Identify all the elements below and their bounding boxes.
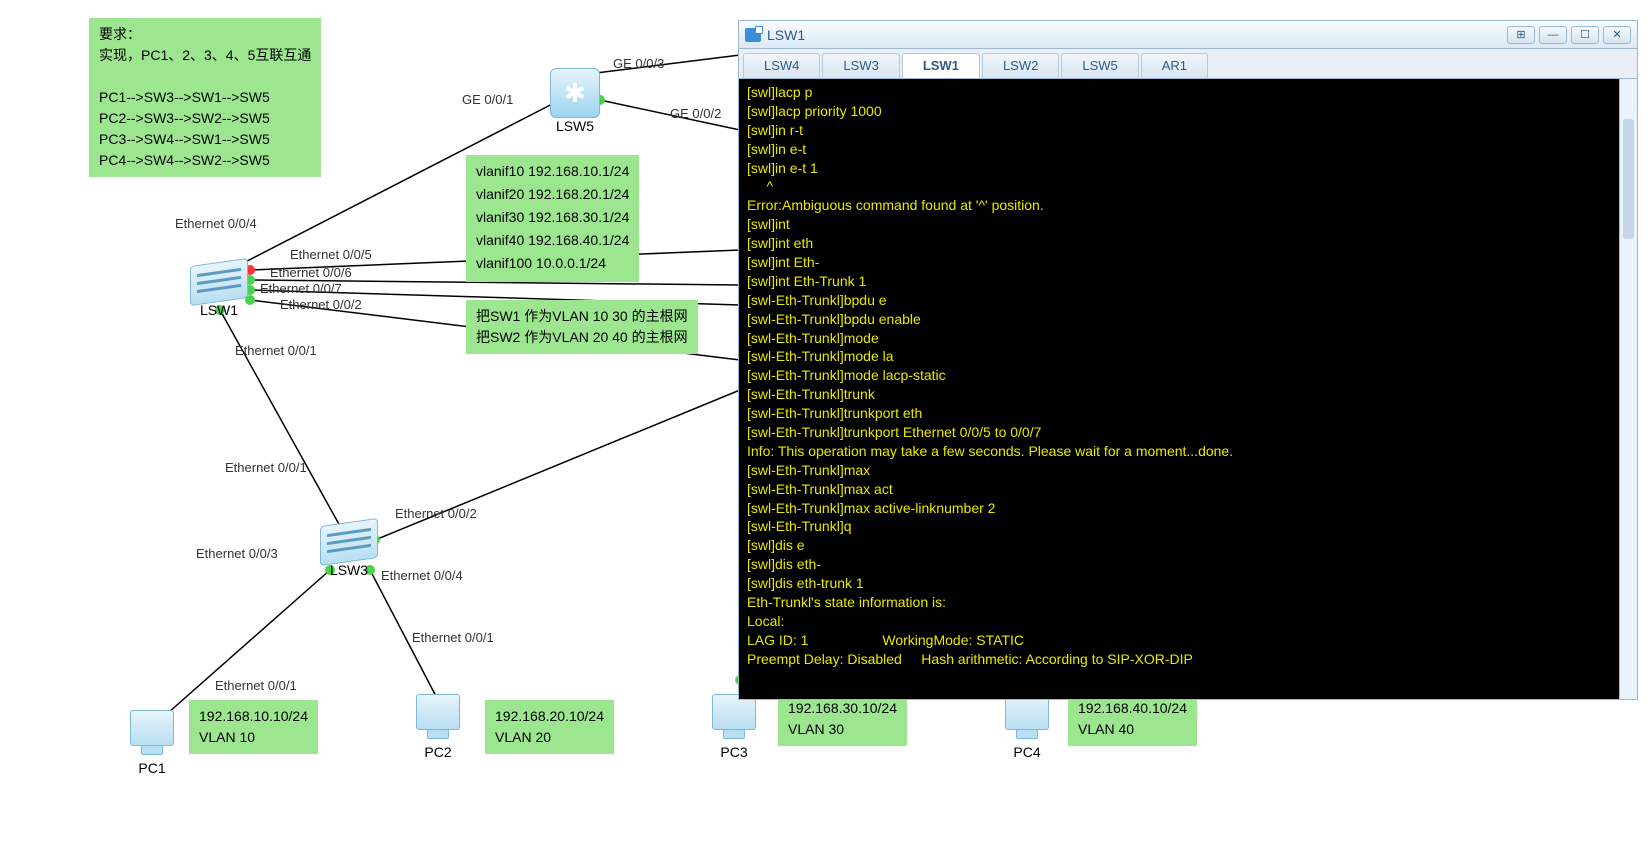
port-label: Ethernet 0/0/1: [235, 343, 317, 358]
port-label: GE 0/0/3: [613, 56, 664, 71]
pc3-info: 192.168.30.10/24 VLAN 30: [778, 692, 907, 746]
port-label: GE 0/0/2: [670, 106, 721, 121]
tab-lsw1[interactable]: LSW1: [902, 53, 980, 78]
settings-button[interactable]: ⊞: [1507, 26, 1535, 44]
device-label: PC1: [130, 760, 174, 776]
port-label: GE 0/0/1: [462, 92, 513, 107]
pc2-info: 192.168.20.10/24 VLAN 20: [485, 700, 614, 754]
device-pc3[interactable]: PC3: [712, 694, 756, 760]
device-lsw3[interactable]: LSW3: [320, 522, 378, 578]
port-label: Ethernet 0/0/2: [280, 297, 362, 312]
switch-icon: [190, 258, 248, 306]
port-label: Ethernet 0/0/1: [225, 460, 307, 475]
port-label: Ethernet 0/0/5: [290, 247, 372, 262]
device-pc2[interactable]: PC2: [416, 694, 460, 760]
close-button[interactable]: ✕: [1603, 26, 1631, 44]
port-label: Ethernet 0/0/1: [215, 678, 297, 693]
terminal-output[interactable]: [swl]lacp p [swl]lacp priority 1000 [swl…: [739, 79, 1637, 699]
requirements-note: 要求： 实现，PC1、2、3、4、5互联互通 PC1-->SW3-->SW1--…: [89, 18, 321, 177]
switch-icon: [320, 518, 378, 566]
root-bridge-note: 把SW1 作为VLAN 10 30 的主根网 把SW2 作为VLAN 20 40…: [466, 300, 698, 354]
maximize-button[interactable]: ☐: [1571, 26, 1599, 44]
port-label: Ethernet 0/0/2: [395, 506, 477, 521]
device-lsw5[interactable]: LSW5: [550, 68, 600, 134]
port-label: Ethernet 0/0/4: [175, 216, 257, 231]
port-label: Ethernet 0/0/3: [196, 546, 278, 561]
tab-ar1[interactable]: AR1: [1141, 53, 1208, 78]
pc-icon: [130, 710, 174, 746]
port-label: Ethernet 0/0/1: [412, 630, 494, 645]
terminal-window: LSW1 ⊞ — ☐ ✕ LSW4LSW3LSW1LSW2LSW5AR1 [sw…: [738, 20, 1638, 700]
pc-icon: [416, 694, 460, 730]
device-label: PC3: [712, 744, 756, 760]
device-label: PC4: [1005, 744, 1049, 760]
tab-lsw2[interactable]: LSW2: [982, 53, 1059, 78]
app-icon: [745, 28, 761, 42]
pc1-info: 192.168.10.10/24 VLAN 10: [189, 700, 318, 754]
device-label: LSW5: [550, 118, 600, 134]
tab-lsw5[interactable]: LSW5: [1061, 53, 1138, 78]
vlanif-note: vlanif10 192.168.10.1/24 vlanif20 192.16…: [466, 155, 639, 282]
scrollbar[interactable]: [1619, 79, 1637, 699]
tab-lsw4[interactable]: LSW4: [743, 53, 820, 78]
minimize-button[interactable]: —: [1539, 26, 1567, 44]
tab-bar: LSW4LSW3LSW1LSW2LSW5AR1: [739, 49, 1637, 79]
port-label: Ethernet 0/0/6: [270, 265, 352, 280]
device-pc4[interactable]: PC4: [1005, 694, 1049, 760]
terminal-text: [swl]lacp p [swl]lacp priority 1000 [swl…: [747, 83, 1629, 669]
device-pc1[interactable]: PC1: [130, 710, 174, 776]
tab-lsw3[interactable]: LSW3: [822, 53, 899, 78]
device-label: PC2: [416, 744, 460, 760]
router-icon: [550, 68, 600, 118]
titlebar[interactable]: LSW1 ⊞ — ☐ ✕: [739, 21, 1637, 49]
port-label: Ethernet 0/0/7: [260, 281, 342, 296]
port-label: Ethernet 0/0/4: [381, 568, 463, 583]
window-title: LSW1: [767, 27, 805, 43]
pc4-info: 192.168.40.10/24 VLAN 40: [1068, 692, 1197, 746]
device-lsw1[interactable]: LSW1: [190, 262, 248, 318]
